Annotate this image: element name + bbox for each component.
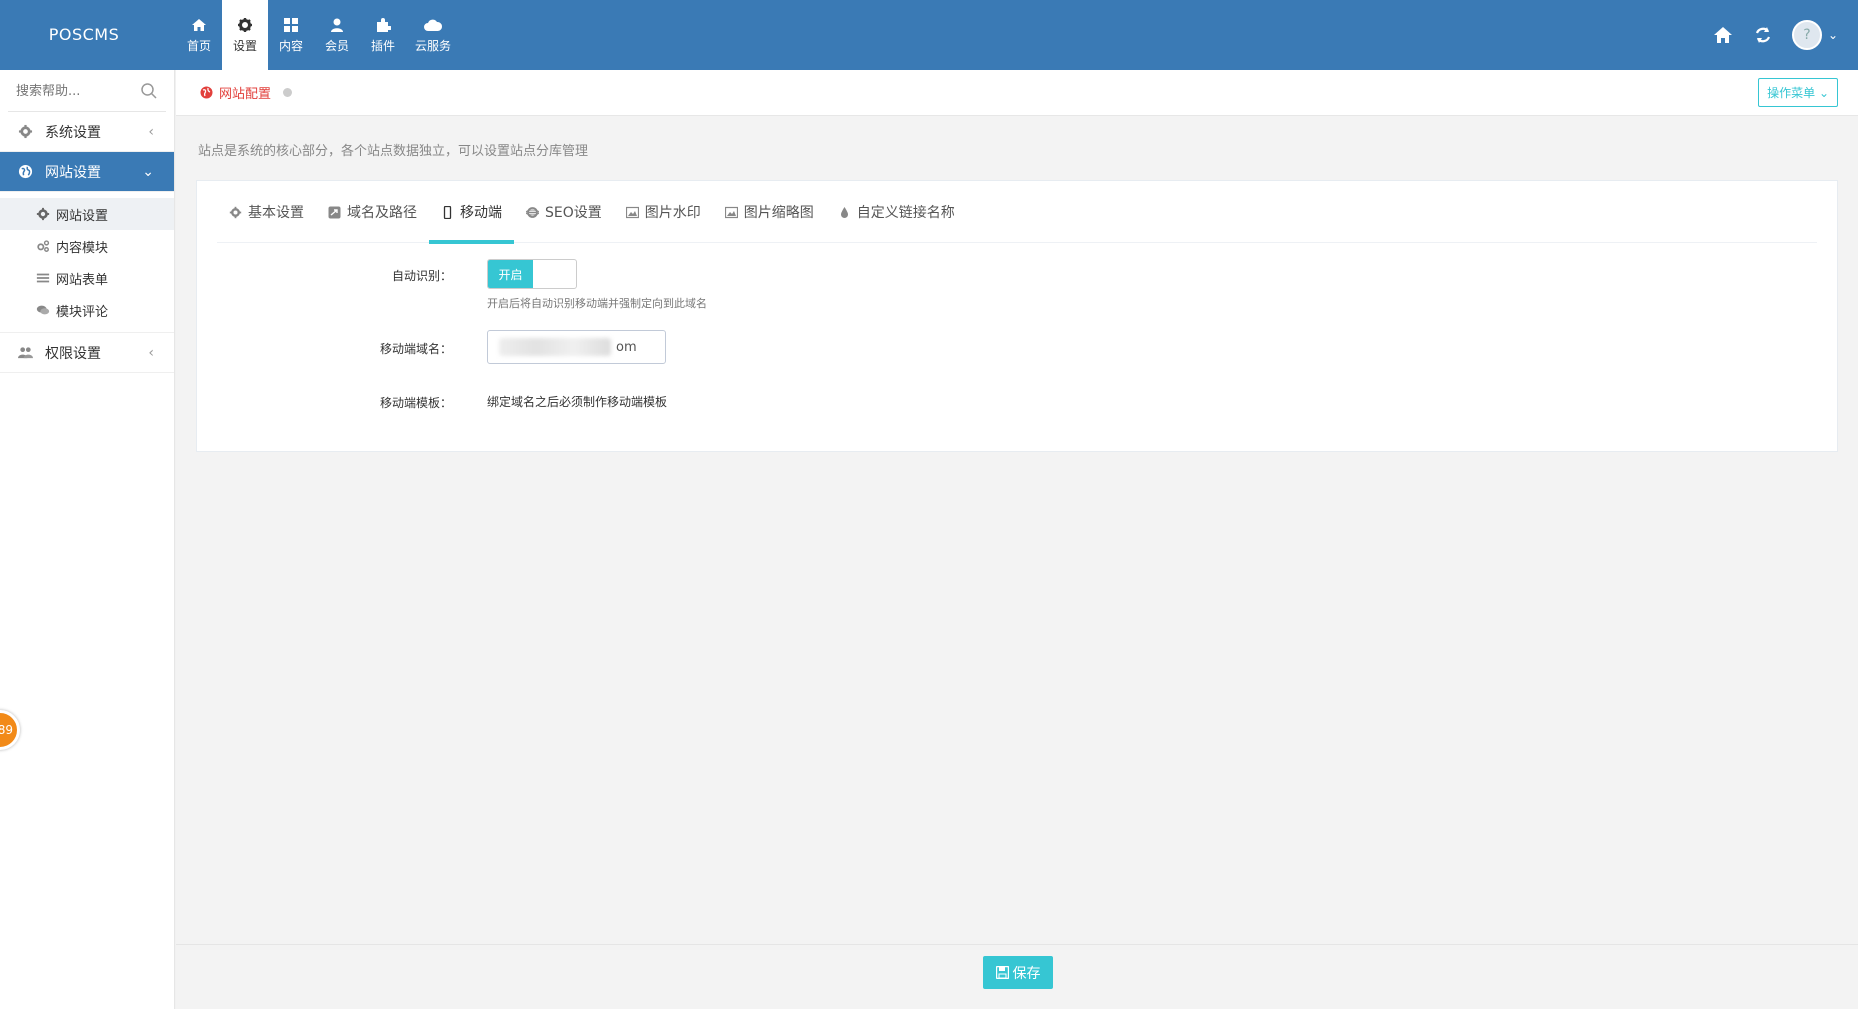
settings-panel: 基本设置 域名及路径 移动端 SEO设置 图片水印 图片缩略图 自定义链接名称 … (196, 180, 1838, 452)
sidebar-item-label: 内容模块 (56, 240, 109, 256)
sidebar-item-label: 网站表单 (56, 272, 109, 288)
sidebar-group-system[interactable]: 系统设置 ‹ (0, 112, 174, 152)
nav-members-label: 会员 (324, 38, 349, 53)
image-icon (724, 206, 738, 218)
cloud-icon (424, 19, 443, 31)
breadcrumb-dot (283, 88, 293, 97)
sidebar-group-label: 网站设置 (45, 164, 101, 181)
save-label: 保存 (1012, 965, 1041, 982)
operation-menu-button[interactable]: 操作菜单 ⌄ (1758, 78, 1838, 107)
grid-icon (284, 17, 298, 32)
comments-icon (36, 305, 50, 315)
save-button[interactable]: 保存 (983, 956, 1053, 989)
sidebar-item-label: 网站设置 (56, 208, 109, 224)
top-header: POSCMS 首页 设置 内容 会员 插件 云服务 ? ⌄ (0, 0, 1858, 70)
gear-icon (36, 207, 50, 221)
globe-icon (200, 86, 213, 99)
sidebar-item-website-forms[interactable]: 网站表单 (0, 262, 174, 294)
nav-plugins-label: 插件 (370, 38, 395, 53)
users-icon (18, 347, 33, 359)
tab-label: 移动端 (460, 205, 502, 221)
nav-settings-label: 设置 (232, 38, 257, 53)
list-icon (36, 273, 50, 283)
chevron-down-icon: ⌄ (142, 163, 154, 180)
nav-cloud-label: 云服务 (414, 38, 451, 53)
chevron-down-icon[interactable]: ⌄ (1828, 28, 1838, 42)
refresh-icon[interactable] (1752, 24, 1774, 46)
gear-icon (18, 124, 33, 139)
mobile-template-text: 绑定域名之后必须制作移动端模板 (487, 395, 668, 409)
sidebar-group-website[interactable]: 网站设置 ⌄ (0, 152, 174, 192)
tab-label: SEO设置 (545, 205, 602, 221)
chevron-left-icon: ‹ (148, 344, 154, 361)
auto-detect-toggle[interactable]: 开启 (487, 259, 577, 289)
share-icon (328, 206, 341, 218)
globe-icon (18, 164, 33, 179)
avatar[interactable]: ? (1791, 20, 1822, 50)
tab-label: 基本设置 (248, 205, 304, 221)
nav-content-label: 内容 (278, 38, 303, 53)
page-description: 站点是系统的核心部分，各个站点数据独立，可以设置站点分库管理 (198, 144, 589, 159)
sidebar-item-website-settings[interactable]: 网站设置 (0, 198, 174, 230)
footer-bar: 保存 (176, 944, 1858, 1009)
tab-label: 图片水印 (644, 205, 701, 221)
nav-content[interactable]: 内容 (268, 0, 314, 70)
sidebar-group-permissions[interactable]: 权限设置 ‹ (0, 333, 174, 373)
breadcrumb-label[interactable]: 网站配置 (219, 83, 271, 102)
redacted-mask (499, 338, 611, 356)
home-icon (192, 18, 206, 31)
home-icon[interactable] (1712, 24, 1734, 46)
top-right-tools: ? ⌄ (1712, 0, 1838, 70)
tab-domain-path[interactable]: 域名及路径 (316, 181, 429, 243)
nav-home[interactable]: 首页 (176, 0, 222, 70)
puzzle-icon (377, 17, 391, 32)
tab-seo[interactable]: SEO设置 (514, 181, 614, 243)
sidebar-group-label: 权限设置 (45, 345, 101, 362)
ie-icon (526, 206, 539, 218)
top-nav: 首页 设置 内容 会员 插件 云服务 (176, 0, 460, 70)
operation-menu-label: 操作菜单 (1767, 86, 1816, 100)
tab-label: 域名及路径 (347, 205, 417, 221)
gear-icon (229, 206, 242, 218)
nav-members[interactable]: 会员 (314, 0, 360, 70)
tab-mobile[interactable]: 移动端 (429, 181, 514, 244)
floppy-icon (995, 966, 1009, 979)
gear-icon (238, 17, 252, 32)
main-content: 网站配置 操作菜单 ⌄ 站点是系统的核心部分，各个站点数据独立，可以设置站点分库… (176, 70, 1858, 1009)
auto-detect-label: 自动识别： (391, 269, 452, 283)
sidebar-item-content-modules[interactable]: 内容模块 (0, 230, 174, 262)
sidebar-item-label: 模块评论 (56, 304, 109, 320)
floating-badge[interactable]: 89 (0, 710, 20, 750)
mobile-template-label: 移动端模板： (379, 396, 452, 410)
tab-label: 图片缩略图 (743, 205, 814, 221)
auto-detect-help: 开启后将自动识别移动端并强制定向到此域名 (487, 297, 707, 310)
drop-icon (840, 206, 848, 218)
tab-watermark[interactable]: 图片水印 (614, 181, 713, 243)
logo[interactable]: POSCMS (0, 0, 168, 70)
image-icon (625, 206, 639, 218)
nav-settings[interactable]: 设置 (222, 0, 268, 70)
nav-cloud[interactable]: 云服务 (406, 0, 460, 70)
tab-basic-settings[interactable]: 基本设置 (217, 181, 316, 243)
tab-custom-links[interactable]: 自定义链接名称 (826, 181, 967, 243)
mobile-domain-label: 移动端域名： (379, 342, 452, 356)
sidebar-item-module-comments[interactable]: 模块评论 (0, 294, 174, 326)
tab-label: 自定义链接名称 (856, 205, 955, 221)
nav-plugins[interactable]: 插件 (360, 0, 406, 70)
mobile-icon (443, 205, 452, 219)
nav-home-label: 首页 (186, 38, 211, 53)
search-box (8, 70, 166, 112)
breadcrumb: 网站配置 操作菜单 ⌄ (176, 70, 1858, 116)
tab-bar: 基本设置 域名及路径 移动端 SEO设置 图片水印 图片缩略图 自定义链接名称 (217, 181, 1817, 244)
sidebar-sublist: 网站设置 内容模块 网站表单 模块评论 (0, 192, 174, 333)
search-icon[interactable] (140, 82, 158, 100)
sidebar-group-label: 系统设置 (45, 124, 101, 141)
toggle-on-label: 开启 (488, 260, 533, 288)
avatar-glyph: ? (1803, 27, 1811, 43)
tab-thumbnail[interactable]: 图片缩略图 (713, 181, 826, 243)
chevron-left-icon: ‹ (148, 123, 154, 140)
user-icon (331, 18, 343, 32)
cogs-icon (37, 240, 50, 252)
sidebar: 系统设置 ‹ 网站设置 ⌄ 网站设置 内容模块 网站表单 模块评论 权限设置 ‹… (0, 70, 175, 1009)
